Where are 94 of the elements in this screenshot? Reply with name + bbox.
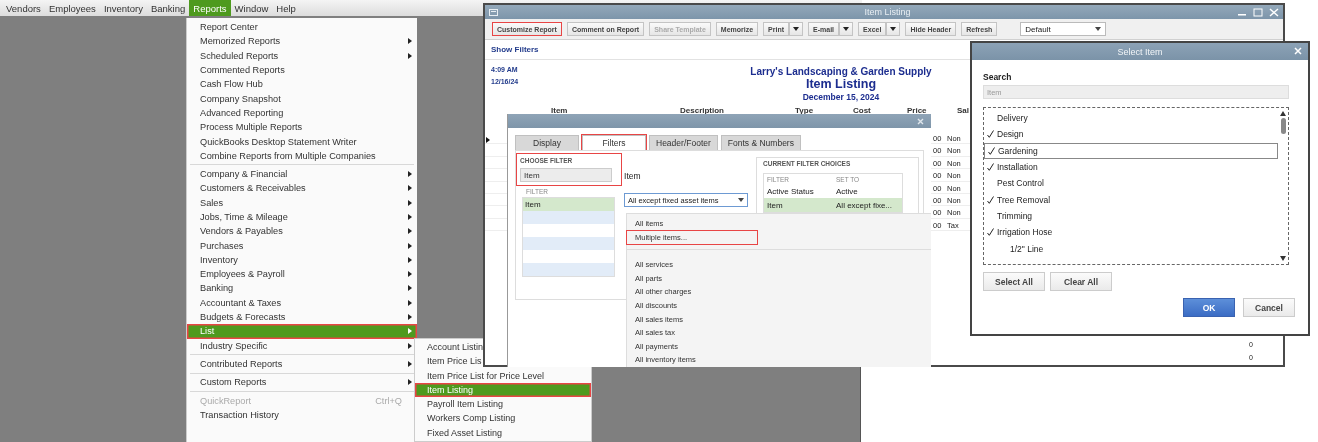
menu-item[interactable]: Accountant & Taxes: [187, 295, 417, 310]
menu-item[interactable]: Report Center: [187, 20, 417, 35]
menu-item[interactable]: Employees & Payroll: [187, 267, 417, 282]
item-row[interactable]: Installation: [984, 158, 1278, 176]
tab[interactable]: Header/Footer: [649, 135, 718, 150]
scroll-up-icon[interactable]: [1280, 111, 1286, 116]
menu-item[interactable]: List: [187, 324, 417, 339]
menu-item[interactable]: Workers Comp Listing: [415, 411, 591, 426]
menu-item[interactable]: Process Multiple Reports: [187, 120, 417, 135]
item-row[interactable]: Gardening: [984, 142, 1278, 159]
item-row[interactable]: Design: [984, 126, 1278, 143]
company-name: Larry's Landscaping & Garden Supply: [750, 66, 932, 77]
menu-item[interactable]: Combine Reports from Multiple Companies: [187, 148, 417, 163]
tab[interactable]: Fonts & Numbers: [720, 135, 801, 150]
view-dropdown[interactable]: Default: [1020, 22, 1107, 36]
column-header[interactable]: Sal: [957, 106, 969, 115]
row-pointer-icon: [486, 137, 490, 143]
filter-name: Item: [624, 171, 642, 181]
column-header[interactable]: Item: [551, 106, 568, 115]
menu-item[interactable]: Company Snapshot: [187, 91, 417, 106]
menu-item[interactable]: Fixed Asset Listing: [415, 425, 591, 441]
item-row[interactable]: Pest Control: [984, 175, 1278, 192]
report-title: Item Listing: [805, 77, 877, 92]
submenu-arrow-icon: [408, 379, 412, 386]
checkmark-icon: [987, 195, 994, 204]
filter-list-entry[interactable]: Item: [523, 198, 614, 211]
menu-item[interactable]: Item Price List for Price Level: [415, 368, 591, 383]
menu-item[interactable]: Vendors: [2, 0, 45, 16]
dialog-title: Select Item: [1117, 46, 1163, 57]
column-header[interactable]: Type: [795, 106, 814, 115]
caret-icon: [890, 27, 897, 31]
menu-item[interactable]: Jobs, Time & Mileage: [187, 209, 417, 225]
menu-item[interactable]: Customers & Receivables: [187, 181, 417, 196]
maximize-icon[interactable]: [1253, 7, 1263, 17]
column-header[interactable]: Cost: [853, 106, 871, 115]
checkmark-icon: [987, 228, 994, 237]
filter-row[interactable]: Active Status Active: [764, 184, 902, 198]
menu-item[interactable]: Commented Reports: [187, 62, 417, 78]
menu-item[interactable]: Transaction History: [187, 407, 417, 422]
dialog-button[interactable]: Cancel: [1243, 298, 1295, 317]
caret-icon: [843, 27, 850, 31]
list-button[interactable]: Clear All: [1050, 272, 1112, 291]
menu-item[interactable]: Inventory: [99, 0, 147, 16]
search-label: Search: [983, 72, 1013, 82]
menu-item[interactable]: Company & Financial: [187, 166, 417, 182]
menu-item[interactable]: Budgets & Forecasts: [187, 309, 417, 325]
menu-item[interactable]: QuickBooks Desktop Statement Writer: [187, 134, 417, 149]
dialog-button[interactable]: OK: [1183, 298, 1235, 317]
menu-item[interactable]: Banking: [187, 281, 417, 296]
item-row[interactable]: Tree Removal: [984, 191, 1278, 208]
scrollbar-thumb[interactable]: [1280, 118, 1286, 134]
dropdown-button[interactable]: [839, 22, 854, 36]
menu-item[interactable]: Window: [230, 0, 273, 16]
column-header[interactable]: Description: [680, 106, 724, 115]
scroll-down-icon[interactable]: [1280, 256, 1286, 261]
window-title: Item Listing: [863, 7, 912, 17]
list-button[interactable]: Select All: [983, 272, 1045, 291]
menu-item[interactable]: Item Listing: [415, 382, 591, 398]
item-row[interactable]: Irrigation Hose: [984, 224, 1278, 241]
caret-icon: [793, 27, 800, 31]
window-icon: [489, 8, 498, 16]
menu-item[interactable]: Banking: [146, 0, 190, 16]
menu-item[interactable]: Vendors & Payables: [187, 224, 417, 239]
item-row[interactable]: Trimming: [984, 207, 1278, 225]
menu-item[interactable]: Purchases: [187, 238, 417, 253]
menu-item[interactable]: Contributed Reports: [187, 356, 417, 372]
caret-icon: [738, 198, 744, 202]
menu-item[interactable]: Scheduled Reports: [187, 48, 417, 63]
tab[interactable]: Display: [515, 135, 579, 150]
menu-item[interactable]: Sales: [187, 195, 417, 210]
close-icon[interactable]: [917, 117, 924, 125]
dropdown-button[interactable]: [886, 22, 901, 36]
menu-item[interactable]: Custom Reports: [187, 375, 417, 390]
menu-item[interactable]: Advanced Reporting: [187, 105, 417, 121]
filter-search-field[interactable]: Item: [520, 168, 612, 182]
item-row[interactable]: 1/2" Line: [984, 240, 1278, 257]
menu-item[interactable]: Payroll Item Listing: [415, 397, 591, 412]
menu-item[interactable]: Inventory: [187, 252, 417, 268]
filter-row[interactable]: Item All except fixe...: [764, 198, 902, 212]
submenu-arrow-icon: [408, 360, 412, 367]
report-period: December 15, 2024: [802, 92, 880, 102]
menu-item[interactable]: Help: [272, 0, 300, 16]
item-row[interactable]: Delivery: [984, 110, 1278, 127]
submenu-arrow-icon: [408, 214, 412, 220]
menu-item[interactable]: Reports: [189, 0, 231, 16]
show-filters-link[interactable]: Show Filters: [491, 45, 539, 54]
dropdown-button[interactable]: [789, 22, 804, 36]
menu-item[interactable]: Memorized Reports: [187, 34, 417, 49]
menu-item[interactable]: Industry Specific: [187, 338, 417, 353]
tab[interactable]: Filters: [582, 135, 646, 150]
column-header[interactable]: Price: [907, 106, 927, 115]
menu-item[interactable]: Cash Flow Hub: [187, 77, 417, 92]
menu-item[interactable]: Employees: [44, 0, 100, 16]
caret-icon: [1095, 27, 1102, 31]
